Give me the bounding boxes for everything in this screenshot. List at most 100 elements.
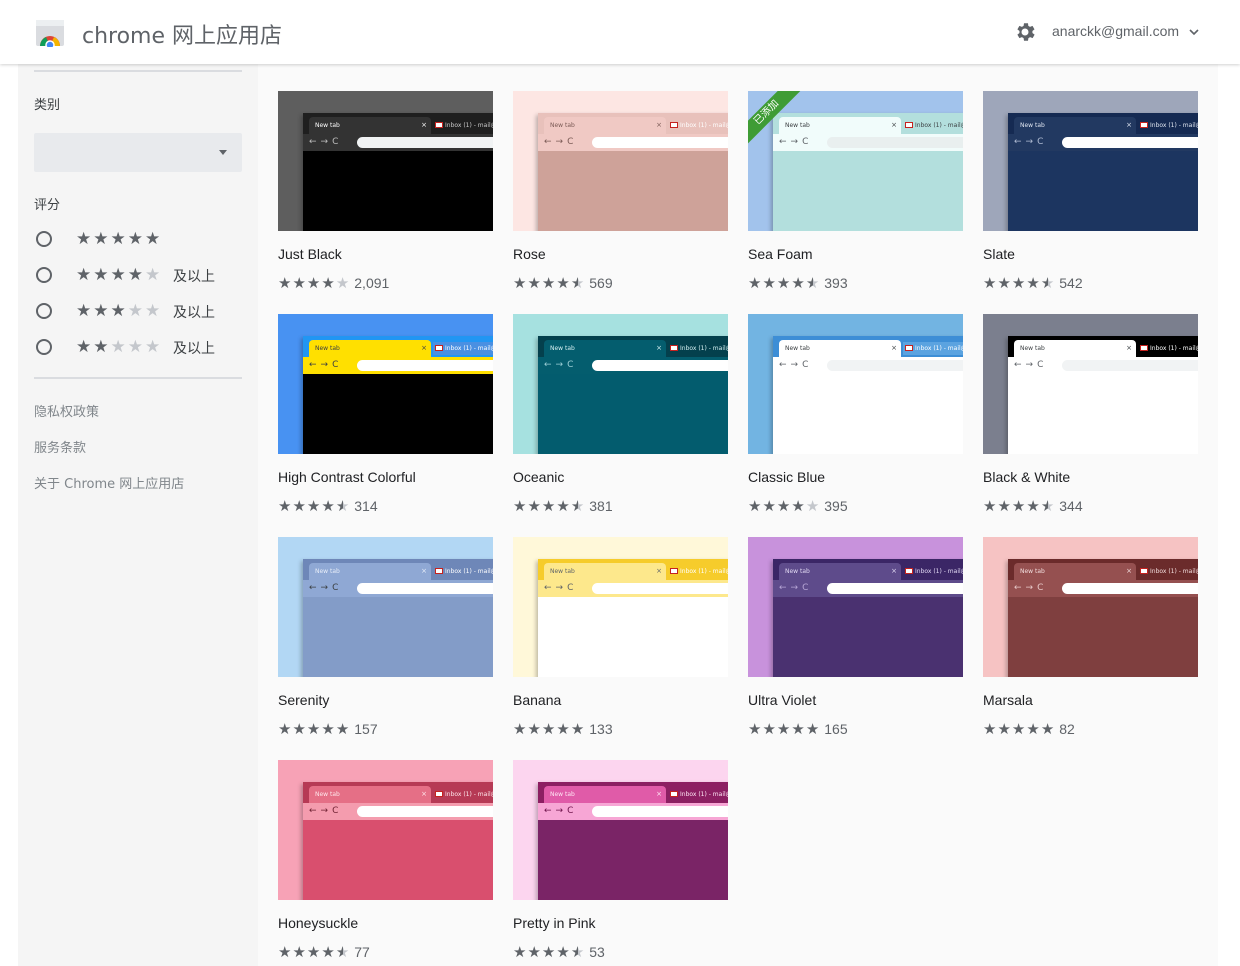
rating-count: 393: [824, 275, 848, 291]
star-icon: ★: [93, 229, 111, 249]
rating-filter-option[interactable]: ★★★★★ 及以上: [34, 263, 242, 287]
preview-omnibox: [1062, 360, 1198, 371]
close-icon: ×: [656, 121, 662, 129]
theme-card[interactable]: New tab × Inbox (1) - mail@ ←→C Classic Blue…: [748, 314, 963, 519]
preview-tab-label: Inbox (1) - mail@: [1150, 345, 1198, 352]
theme-name[interactable]: Pretty in Pink: [513, 915, 595, 931]
rating-filter-option[interactable]: ★★★★★: [34, 227, 242, 251]
theme-name[interactable]: Sea Foam: [748, 246, 813, 262]
star-icon: ★: [513, 497, 528, 515]
theme-card[interactable]: New tab × Inbox (1) - mail@ ←→C Rose ★★★★★ 569: [513, 91, 728, 296]
theme-name[interactable]: Marsala: [983, 692, 1033, 708]
rating-stars: ★★★★★: [513, 497, 585, 515]
theme-thumbnail[interactable]: New tab × Inbox (1) - mail@ ←→C: [513, 537, 728, 677]
gmail-icon: [670, 568, 678, 574]
star-icon: ★: [76, 301, 94, 321]
theme-thumbnail[interactable]: New tab × Inbox (1) - mail@ ←→C: [983, 537, 1198, 677]
preview-content: [773, 151, 963, 231]
star-icon: ★: [76, 229, 94, 249]
rating-count: 314: [354, 498, 378, 514]
theme-thumbnail[interactable]: New tab × Inbox (1) - mail@ ←→C: [278, 314, 493, 454]
theme-card[interactable]: New tab × Inbox (1) - mail@ ←→C Black & Whit…: [983, 314, 1198, 519]
theme-card[interactable]: New tab × Inbox (1) - mail@ ←→C Just Black ★★…: [278, 91, 493, 296]
radio-button[interactable]: [36, 339, 52, 355]
preview-inactive-tab: Inbox (1) - mail@: [433, 342, 493, 355]
sidebar-link[interactable]: 关于 Chrome 网上应用店: [34, 473, 184, 492]
radio-button[interactable]: [36, 231, 52, 247]
preview-toolbar: ←→C: [773, 580, 963, 597]
theme-card[interactable]: New tab × Inbox (1) - mail@ ←→C Marsala ★★★★★…: [983, 537, 1198, 742]
theme-name[interactable]: High Contrast Colorful: [278, 469, 416, 485]
theme-name[interactable]: Black & White: [983, 469, 1070, 485]
preview-active-tab: New tab ×: [1014, 340, 1136, 357]
star-icon: ★: [791, 497, 806, 515]
theme-thumbnail[interactable]: New tab × Inbox (1) - mail@ ←→C: [513, 91, 728, 231]
theme-name[interactable]: Classic Blue: [748, 469, 825, 485]
account-email[interactable]: anarckk@gmail.com: [1052, 23, 1179, 39]
theme-name[interactable]: Rose: [513, 246, 546, 262]
browser-preview: New tab × Inbox (1) - mail@ ←→C: [1008, 559, 1198, 677]
category-select[interactable]: [34, 133, 242, 172]
theme-card[interactable]: New tab × Inbox (1) - mail@ ←→C Pretty in Pi…: [513, 760, 728, 965]
theme-name[interactable]: Oceanic: [513, 469, 564, 485]
radio-button[interactable]: [36, 267, 52, 283]
theme-name[interactable]: Slate: [983, 246, 1015, 262]
star-icon: ★: [292, 720, 307, 738]
theme-card[interactable]: New tab × Inbox (1) - mail@ ←→C Honeysuckle ★…: [278, 760, 493, 965]
navigation-arrows-icon: ←→C: [1014, 360, 1048, 370]
theme-name[interactable]: Banana: [513, 692, 561, 708]
theme-name[interactable]: Ultra Violet: [748, 692, 816, 708]
preview-toolbar: ←→C: [303, 803, 493, 820]
theme-thumbnail[interactable]: New tab × Inbox (1) - mail@ ←→C: [278, 91, 493, 231]
chrome-web-store-logo-icon[interactable]: [35, 17, 65, 47]
navigation-arrows-icon: ←→C: [309, 806, 343, 816]
navigation-arrows-icon: ←→C: [309, 137, 343, 147]
theme-card[interactable]: New tab × Inbox (1) - mail@ ←→C Serenity ★★★★…: [278, 537, 493, 742]
theme-name[interactable]: Honeysuckle: [278, 915, 358, 931]
theme-thumbnail[interactable]: New tab × Inbox (1) - mail@ ←→C 已添加: [748, 91, 963, 231]
rating-filter-option[interactable]: ★★★★★ 及以上: [34, 299, 242, 323]
star-icon: ★: [76, 265, 94, 285]
star-icon: ★: [556, 943, 571, 961]
theme-card[interactable]: New tab × Inbox (1) - mail@ ←→C Banana ★★★★★ 1…: [513, 537, 728, 742]
chevron-down-icon[interactable]: [1188, 26, 1200, 38]
preview-omnibox: [592, 806, 728, 817]
radio-button[interactable]: [36, 303, 52, 319]
theme-thumbnail[interactable]: New tab × Inbox (1) - mail@ ←→C: [748, 314, 963, 454]
theme-card[interactable]: New tab × Inbox (1) - mail@ ←→C Slate ★★★★★ 54…: [983, 91, 1198, 296]
theme-thumbnail[interactable]: New tab × Inbox (1) - mail@ ←→C: [278, 537, 493, 677]
star-icon: ★: [321, 497, 336, 515]
sidebar-link[interactable]: 服务条款: [34, 437, 86, 456]
theme-name[interactable]: Just Black: [278, 246, 342, 262]
theme-thumbnail[interactable]: New tab × Inbox (1) - mail@ ←→C: [748, 537, 963, 677]
sidebar-link[interactable]: 隐私权政策: [34, 401, 99, 420]
preview-content: [303, 820, 493, 900]
settings-gear-icon[interactable]: [1013, 20, 1037, 44]
theme-card[interactable]: New tab × Inbox (1) - mail@ ←→C Oceanic ★★★★★…: [513, 314, 728, 519]
theme-card[interactable]: New tab × Inbox (1) - mail@ ←→C High Contras…: [278, 314, 493, 519]
theme-thumbnail[interactable]: New tab × Inbox (1) - mail@ ←→C: [983, 314, 1198, 454]
star-icon: ★: [527, 274, 542, 292]
theme-thumbnail[interactable]: New tab × Inbox (1) - mail@ ←→C: [513, 314, 728, 454]
preview-active-tab: New tab ×: [309, 563, 431, 580]
rating-filter-option[interactable]: ★★★★★ 及以上: [34, 335, 242, 359]
preview-content: [538, 820, 728, 900]
preview-tab-label: New tab: [785, 568, 810, 575]
store-title[interactable]: chrome 网上应用店: [82, 18, 282, 50]
preview-tab-label: New tab: [550, 791, 575, 798]
preview-inactive-tab: Inbox (1) - mail@: [668, 119, 728, 132]
preview-tab-strip: New tab × Inbox (1) - mail@: [303, 559, 493, 580]
preview-tab-label: New tab: [1020, 345, 1045, 352]
theme-card[interactable]: New tab × Inbox (1) - mail@ ←→C 已添加 Sea Foam ★…: [748, 91, 963, 296]
theme-thumbnail[interactable]: New tab × Inbox (1) - mail@ ←→C: [513, 760, 728, 900]
navigation-arrows-icon: ←→C: [309, 583, 343, 593]
preview-tab-label: New tab: [315, 568, 340, 575]
star-icon: ★: [1040, 720, 1056, 738]
preview-active-tab: New tab ×: [779, 563, 901, 580]
theme-thumbnail[interactable]: New tab × Inbox (1) - mail@ ←→C: [278, 760, 493, 900]
theme-card[interactable]: New tab × Inbox (1) - mail@ ←→C Ultra Violet…: [748, 537, 963, 742]
theme-thumbnail[interactable]: New tab × Inbox (1) - mail@ ←→C: [983, 91, 1198, 231]
star-icon: ★: [1011, 497, 1027, 515]
theme-name[interactable]: Serenity: [278, 692, 329, 708]
sidebar-divider: [34, 70, 242, 72]
